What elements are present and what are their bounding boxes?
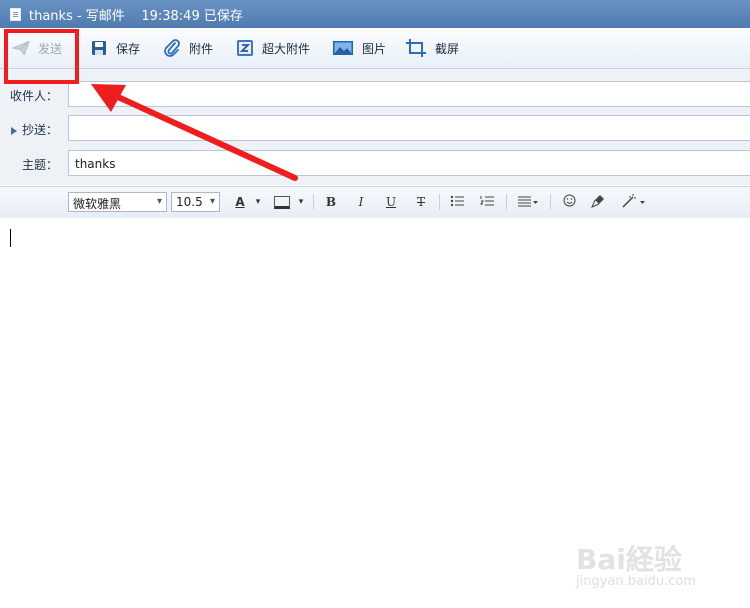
watermark-url: jingyan.baidu.com xyxy=(576,574,696,589)
watermark-logo: Bai経验 xyxy=(576,543,682,576)
annotation-arrow xyxy=(91,84,298,181)
watermark: Bai経验 jingyan.baidu.com xyxy=(576,530,726,594)
